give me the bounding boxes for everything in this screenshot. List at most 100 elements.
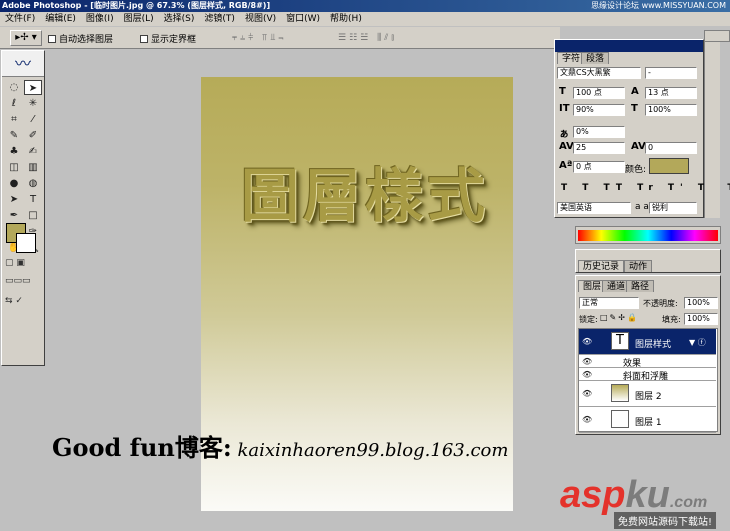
menu-filter[interactable]: 滤镜(T) bbox=[199, 12, 240, 26]
language-select[interactable]: 美国英语 bbox=[557, 202, 631, 214]
align-icons[interactable]: ⫧⫨⫩ ⫪⫫⫬ bbox=[232, 33, 287, 43]
options-bar: ▸✢ ▾ 自动选择图层 显示定界框 ⫧⫨⫩ ⫪⫫⫬ ☰☷☱ ⫼⫽⫾ bbox=[0, 27, 560, 49]
history-panel: 历史记录 动作 bbox=[575, 249, 721, 273]
menu-select[interactable]: 选择(S) bbox=[159, 12, 200, 26]
distribute-icons[interactable]: ☰☷☱ ⫼⫽⫾ bbox=[338, 33, 397, 43]
menu-help[interactable]: 帮助(H) bbox=[325, 12, 367, 26]
window-title: Adobe Photoshop - [临时图片.jpg @ 67.3% (图层样… bbox=[2, 1, 271, 10]
tab-history[interactable]: 历史记录 bbox=[578, 260, 625, 272]
eye-icon[interactable]: 👁 bbox=[582, 415, 592, 424]
toolbox: 〰 ◌➤ℓ✳⌗⁄✎✐♣✍◫▥●◍➤T✒□▤✑✋🔍 bbox=[1, 50, 45, 366]
auto-select-checkbox[interactable]: 自动选择图层 bbox=[48, 32, 113, 45]
leading-input[interactable]: 13 点 bbox=[645, 87, 697, 99]
kerning-icon: AV bbox=[631, 141, 646, 152]
watermark-suffix: .com bbox=[669, 494, 708, 511]
lock-label: 锁定: bbox=[579, 315, 598, 324]
tsume-input[interactable]: 0% bbox=[573, 126, 625, 138]
magic-wand-icon[interactable]: ✳ bbox=[24, 96, 42, 111]
font-style-select[interactable]: - bbox=[645, 67, 697, 79]
fill-input[interactable]: 100% bbox=[684, 313, 718, 325]
fx-icon[interactable]: ▼ ⓕ bbox=[689, 337, 706, 348]
font-family-select[interactable]: 文鼎CS大黑繁 bbox=[557, 67, 641, 79]
eraser-icon[interactable]: ◫ bbox=[5, 160, 23, 175]
path-select-icon[interactable]: ➤ bbox=[5, 192, 23, 207]
marquee-icon[interactable]: ◌ bbox=[5, 80, 23, 95]
aspku-watermark: aspku.com bbox=[560, 474, 707, 517]
baseline-shift-icon: Aª bbox=[559, 160, 573, 171]
stamp-icon[interactable]: ♣ bbox=[5, 144, 23, 159]
eye-icon[interactable]: 👁 bbox=[582, 357, 592, 366]
dodge-icon[interactable]: ◍ bbox=[24, 176, 42, 191]
screen-mode-icons[interactable]: ▭▭▭ bbox=[5, 276, 41, 288]
layer-name: 图层 2 bbox=[635, 392, 662, 402]
history-brush-icon[interactable]: ✍ bbox=[24, 144, 42, 159]
character-tabs: 字符 段落 bbox=[555, 52, 703, 64]
healing-icon[interactable]: ✎ bbox=[5, 128, 23, 143]
baseline-shift-input[interactable]: 0 点 bbox=[573, 161, 625, 173]
tracking-input[interactable]: 25 bbox=[573, 142, 625, 154]
background-color-swatch[interactable] bbox=[16, 233, 36, 253]
layer-row-selected[interactable]: 👁 T 图层样式 ▼ ⓕ bbox=[579, 329, 716, 355]
lock-icons[interactable]: □✎✢🔒 bbox=[600, 313, 639, 322]
lasso-icon[interactable]: ℓ bbox=[5, 96, 23, 111]
layer-row[interactable]: 👁 图层 2 bbox=[579, 381, 716, 407]
blend-mode-select[interactable]: 正常 bbox=[579, 297, 639, 309]
character-panel: 字符 段落 文鼎CS大黑繁 - T 100 点 A 13 点 IT 90% T … bbox=[554, 39, 730, 218]
white-layer-thumb bbox=[611, 410, 629, 428]
layer-name: 图层 1 bbox=[635, 418, 662, 428]
type-style-buttons[interactable]: T T TT Tr T' T, T Ŧ bbox=[561, 183, 730, 193]
font-size-input[interactable]: 100 点 bbox=[573, 87, 625, 99]
layers-panel: 图层 通道 路径 正常 不透明度: 100% 锁定: □✎✢🔒 填充: 100%… bbox=[575, 275, 721, 435]
menu-edit[interactable]: 编辑(E) bbox=[40, 12, 81, 26]
gradient-icon[interactable]: ▥ bbox=[24, 160, 42, 175]
collapsed-panels-strip[interactable] bbox=[704, 39, 720, 218]
horizontal-scale-input[interactable]: 100% bbox=[645, 104, 697, 116]
tool-preset-picker[interactable]: ▸✢ ▾ bbox=[10, 30, 42, 46]
menu-layer[interactable]: 图层(L) bbox=[119, 12, 159, 26]
pen-icon[interactable]: ✒ bbox=[5, 208, 23, 223]
imageready-icon[interactable]: ⇆ ✓ bbox=[5, 296, 41, 308]
vertical-scale-icon: IT bbox=[559, 103, 570, 114]
feather-logo-icon[interactable]: 〰 bbox=[2, 51, 44, 77]
antialias-select[interactable]: 锐利 bbox=[649, 202, 697, 214]
vertical-scale-input[interactable]: 90% bbox=[573, 104, 625, 116]
color-spectrum[interactable] bbox=[578, 230, 718, 241]
layer-row[interactable]: 👁 图层 1 bbox=[579, 407, 716, 433]
brush-icon[interactable]: ✐ bbox=[24, 128, 42, 143]
show-bounds-checkbox[interactable]: 显示定界框 bbox=[140, 32, 196, 45]
crop-icon[interactable]: ⌗ bbox=[5, 112, 23, 127]
blog-caption: Good fun博客: kaixinhaoren99.blog.163.com bbox=[52, 428, 508, 463]
slice-icon[interactable]: ⁄ bbox=[24, 112, 42, 127]
move-icon[interactable]: ➤ bbox=[24, 80, 42, 95]
menu-file[interactable]: 文件(F) bbox=[0, 12, 40, 26]
checkbox-box[interactable] bbox=[140, 35, 148, 43]
menu-view[interactable]: 视图(V) bbox=[240, 12, 281, 26]
watermark-subtitle: 免费网站源码下载站! bbox=[614, 512, 717, 529]
caption-url: kaixinhaoren99.blog.163.com bbox=[237, 440, 509, 461]
tracking-icon: AV bbox=[559, 141, 574, 152]
layers-tabs: 图层 通道 路径 bbox=[576, 280, 720, 292]
blur-icon[interactable]: ● bbox=[5, 176, 23, 191]
effect-row[interactable]: 👁 斜面和浮雕 bbox=[579, 368, 716, 382]
menu-bar: 文件(F) 编辑(E) 图像(I) 图层(L) 选择(S) 滤镜(T) 视图(V) 窗口(W)… bbox=[0, 12, 730, 26]
eye-icon[interactable]: 👁 bbox=[582, 337, 592, 346]
tab-actions[interactable]: 动作 bbox=[624, 260, 653, 272]
menu-image[interactable]: 图像(I) bbox=[81, 12, 119, 26]
tab-paths[interactable]: 路径 bbox=[626, 280, 655, 292]
text-color-swatch[interactable] bbox=[649, 158, 689, 174]
checkbox-box[interactable] bbox=[48, 35, 56, 43]
type-icon[interactable]: T bbox=[24, 192, 42, 207]
quick-mask-icons[interactable]: ▢ ▣ bbox=[5, 258, 41, 270]
kerning-input[interactable]: 0 bbox=[645, 142, 697, 154]
eye-icon[interactable]: 👁 bbox=[582, 389, 592, 398]
eye-icon[interactable]: 👁 bbox=[582, 370, 592, 379]
horizontal-scale-icon: T bbox=[631, 103, 638, 114]
watermark-red: asp bbox=[560, 474, 626, 516]
effects-row[interactable]: 👁 效果 bbox=[579, 355, 716, 369]
opacity-input[interactable]: 100% bbox=[684, 297, 718, 309]
menu-window[interactable]: 窗口(W) bbox=[281, 12, 325, 26]
shape-icon[interactable]: □ bbox=[24, 208, 42, 223]
antialias-icon: a a bbox=[635, 202, 649, 212]
history-tabs: 历史记录 动作 bbox=[576, 260, 720, 272]
tab-paragraph[interactable]: 段落 bbox=[581, 52, 610, 64]
